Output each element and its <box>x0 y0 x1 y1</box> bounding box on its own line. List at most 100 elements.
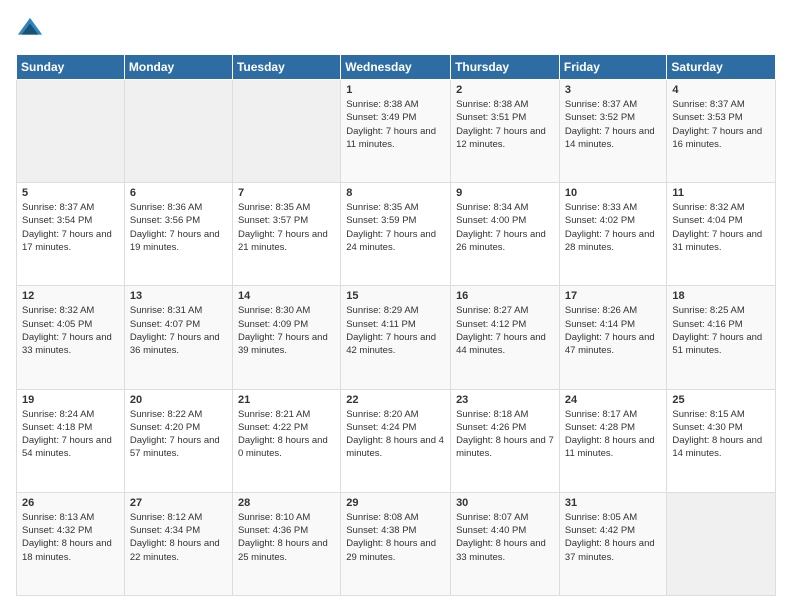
calendar-cell <box>667 492 776 595</box>
day-info: Daylight: 7 hours and 19 minutes. <box>130 228 227 255</box>
day-number: 20 <box>130 394 227 406</box>
calendar-cell: 7Sunrise: 8:35 AMSunset: 3:57 PMDaylight… <box>232 183 340 286</box>
day-of-week-header: Wednesday <box>341 55 451 80</box>
calendar-cell: 20Sunrise: 8:22 AMSunset: 4:20 PMDayligh… <box>124 389 232 492</box>
day-info: Sunset: 4:04 PM <box>672 214 770 227</box>
calendar-cell: 11Sunrise: 8:32 AMSunset: 4:04 PMDayligh… <box>667 183 776 286</box>
calendar-week-row: 5Sunrise: 8:37 AMSunset: 3:54 PMDaylight… <box>17 183 776 286</box>
day-info: Sunrise: 8:18 AM <box>456 408 554 421</box>
day-info: Daylight: 8 hours and 25 minutes. <box>238 537 335 564</box>
calendar-cell: 13Sunrise: 8:31 AMSunset: 4:07 PMDayligh… <box>124 286 232 389</box>
day-info: Sunrise: 8:36 AM <box>130 201 227 214</box>
logo <box>16 16 46 44</box>
calendar-cell <box>232 80 340 183</box>
calendar-cell: 27Sunrise: 8:12 AMSunset: 4:34 PMDayligh… <box>124 492 232 595</box>
day-info: Daylight: 8 hours and 37 minutes. <box>565 537 662 564</box>
calendar-cell: 19Sunrise: 8:24 AMSunset: 4:18 PMDayligh… <box>17 389 125 492</box>
day-info: Sunrise: 8:22 AM <box>130 408 227 421</box>
calendar-week-row: 12Sunrise: 8:32 AMSunset: 4:05 PMDayligh… <box>17 286 776 389</box>
calendar-cell: 4Sunrise: 8:37 AMSunset: 3:53 PMDaylight… <box>667 80 776 183</box>
page: SundayMondayTuesdayWednesdayThursdayFrid… <box>0 0 792 612</box>
day-info: Sunrise: 8:07 AM <box>456 511 554 524</box>
day-info: Daylight: 8 hours and 4 minutes. <box>346 434 445 461</box>
day-number: 17 <box>565 290 662 302</box>
calendar-cell: 12Sunrise: 8:32 AMSunset: 4:05 PMDayligh… <box>17 286 125 389</box>
day-info: Sunset: 4:09 PM <box>238 318 335 331</box>
day-info: Sunrise: 8:30 AM <box>238 304 335 317</box>
day-info: Sunset: 4:20 PM <box>130 421 227 434</box>
day-info: Daylight: 7 hours and 54 minutes. <box>22 434 119 461</box>
calendar-cell: 10Sunrise: 8:33 AMSunset: 4:02 PMDayligh… <box>559 183 667 286</box>
logo-icon <box>16 16 44 44</box>
calendar-cell: 3Sunrise: 8:37 AMSunset: 3:52 PMDaylight… <box>559 80 667 183</box>
calendar-cell <box>17 80 125 183</box>
day-info: Sunset: 3:56 PM <box>130 214 227 227</box>
day-info: Daylight: 7 hours and 47 minutes. <box>565 331 662 358</box>
day-info: Sunset: 4:12 PM <box>456 318 554 331</box>
day-info: Daylight: 8 hours and 22 minutes. <box>130 537 227 564</box>
calendar-cell: 16Sunrise: 8:27 AMSunset: 4:12 PMDayligh… <box>451 286 560 389</box>
calendar-cell: 23Sunrise: 8:18 AMSunset: 4:26 PMDayligh… <box>451 389 560 492</box>
day-info: Daylight: 7 hours and 17 minutes. <box>22 228 119 255</box>
calendar-week-row: 19Sunrise: 8:24 AMSunset: 4:18 PMDayligh… <box>17 389 776 492</box>
day-info: Sunset: 4:18 PM <box>22 421 119 434</box>
day-info: Sunrise: 8:38 AM <box>346 98 445 111</box>
day-number: 26 <box>22 497 119 509</box>
day-number: 30 <box>456 497 554 509</box>
day-info: Daylight: 7 hours and 36 minutes. <box>130 331 227 358</box>
day-info: Sunrise: 8:35 AM <box>238 201 335 214</box>
day-of-week-header: Friday <box>559 55 667 80</box>
calendar-cell: 8Sunrise: 8:35 AMSunset: 3:59 PMDaylight… <box>341 183 451 286</box>
day-info: Sunset: 4:11 PM <box>346 318 445 331</box>
day-info: Daylight: 7 hours and 44 minutes. <box>456 331 554 358</box>
day-info: Sunrise: 8:13 AM <box>22 511 119 524</box>
day-info: Sunrise: 8:38 AM <box>456 98 554 111</box>
day-number: 28 <box>238 497 335 509</box>
day-info: Sunrise: 8:12 AM <box>130 511 227 524</box>
day-of-week-header: Sunday <box>17 55 125 80</box>
calendar-cell: 21Sunrise: 8:21 AMSunset: 4:22 PMDayligh… <box>232 389 340 492</box>
day-number: 1 <box>346 84 445 96</box>
day-number: 18 <box>672 290 770 302</box>
day-number: 4 <box>672 84 770 96</box>
calendar-cell: 14Sunrise: 8:30 AMSunset: 4:09 PMDayligh… <box>232 286 340 389</box>
day-info: Sunrise: 8:32 AM <box>22 304 119 317</box>
calendar-table: SundayMondayTuesdayWednesdayThursdayFrid… <box>16 54 776 596</box>
calendar-cell: 17Sunrise: 8:26 AMSunset: 4:14 PMDayligh… <box>559 286 667 389</box>
day-info: Sunset: 4:26 PM <box>456 421 554 434</box>
day-info: Daylight: 7 hours and 33 minutes. <box>22 331 119 358</box>
calendar-cell: 29Sunrise: 8:08 AMSunset: 4:38 PMDayligh… <box>341 492 451 595</box>
day-info: Sunset: 3:52 PM <box>565 111 662 124</box>
day-number: 25 <box>672 394 770 406</box>
day-info: Sunrise: 8:17 AM <box>565 408 662 421</box>
day-number: 21 <box>238 394 335 406</box>
calendar-cell: 26Sunrise: 8:13 AMSunset: 4:32 PMDayligh… <box>17 492 125 595</box>
day-info: Sunrise: 8:20 AM <box>346 408 445 421</box>
calendar-cell: 28Sunrise: 8:10 AMSunset: 4:36 PMDayligh… <box>232 492 340 595</box>
day-number: 23 <box>456 394 554 406</box>
day-info: Daylight: 8 hours and 29 minutes. <box>346 537 445 564</box>
day-info: Sunset: 3:53 PM <box>672 111 770 124</box>
day-number: 14 <box>238 290 335 302</box>
day-info: Sunrise: 8:15 AM <box>672 408 770 421</box>
day-info: Sunset: 4:32 PM <box>22 524 119 537</box>
day-info: Daylight: 7 hours and 14 minutes. <box>565 125 662 152</box>
day-number: 19 <box>22 394 119 406</box>
day-info: Daylight: 8 hours and 11 minutes. <box>565 434 662 461</box>
day-number: 27 <box>130 497 227 509</box>
day-info: Daylight: 7 hours and 12 minutes. <box>456 125 554 152</box>
day-number: 11 <box>672 187 770 199</box>
day-info: Sunrise: 8:32 AM <box>672 201 770 214</box>
day-info: Sunset: 4:00 PM <box>456 214 554 227</box>
day-of-week-header: Monday <box>124 55 232 80</box>
calendar-cell: 6Sunrise: 8:36 AMSunset: 3:56 PMDaylight… <box>124 183 232 286</box>
day-info: Sunrise: 8:33 AM <box>565 201 662 214</box>
day-info: Sunset: 4:16 PM <box>672 318 770 331</box>
calendar-cell: 18Sunrise: 8:25 AMSunset: 4:16 PMDayligh… <box>667 286 776 389</box>
calendar-cell: 24Sunrise: 8:17 AMSunset: 4:28 PMDayligh… <box>559 389 667 492</box>
day-of-week-header: Tuesday <box>232 55 340 80</box>
day-of-week-header: Saturday <box>667 55 776 80</box>
day-number: 8 <box>346 187 445 199</box>
day-number: 13 <box>130 290 227 302</box>
header <box>16 16 776 44</box>
